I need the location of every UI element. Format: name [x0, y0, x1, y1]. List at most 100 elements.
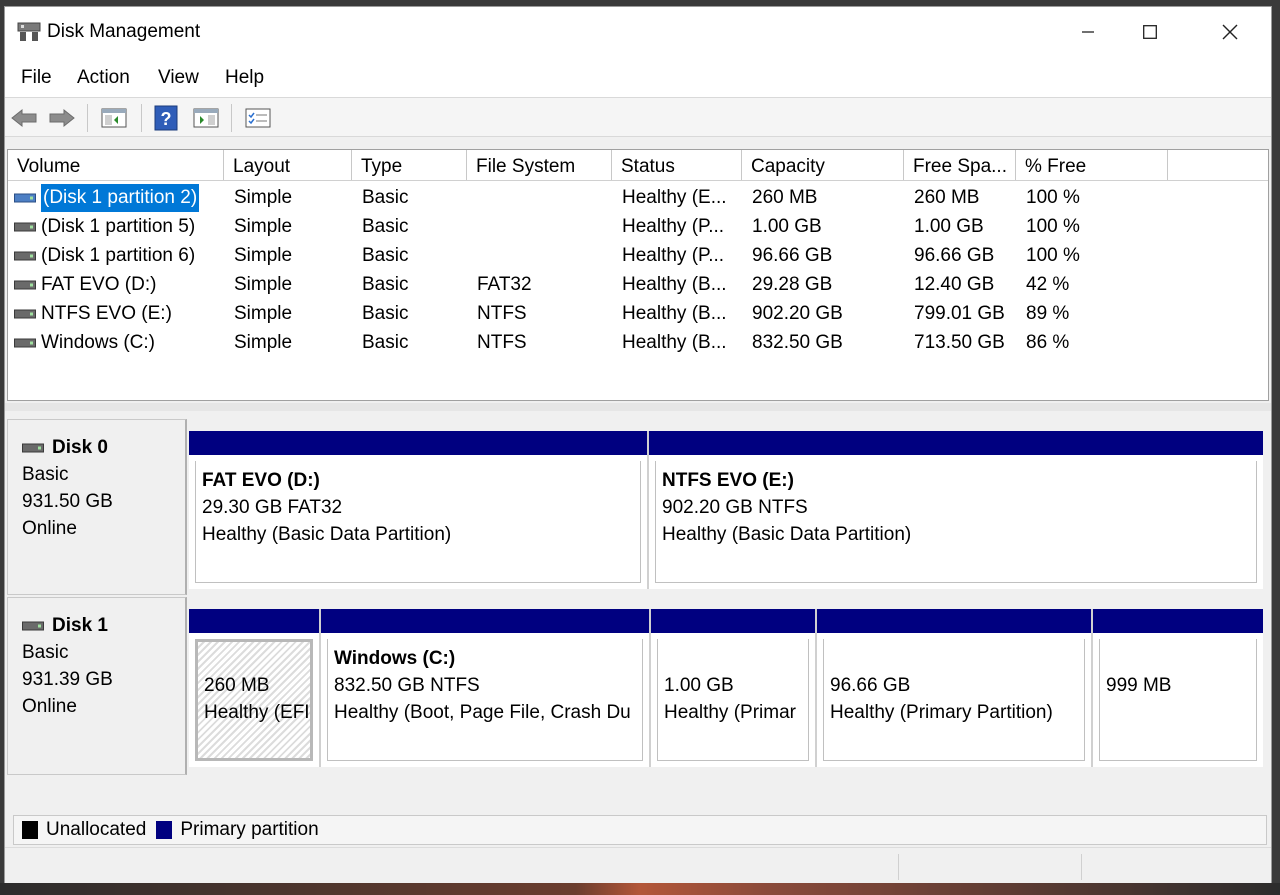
properties-button[interactable]: [243, 104, 273, 132]
menu-action[interactable]: Action: [77, 67, 130, 89]
primary-partition-bar: [321, 609, 649, 633]
volume-capacity: 260 MB: [752, 187, 818, 208]
partition-efi[interactable]: 260 MB Healthy (EFI: [189, 609, 321, 767]
partition-fat-evo[interactable]: FAT EVO (D:) 29.30 GB FAT32 Healthy (Bas…: [189, 431, 649, 589]
partition-size: 999 MB: [1106, 675, 1172, 696]
window-title: Disk Management: [47, 21, 201, 42]
volume-type: Basic: [362, 332, 409, 353]
menu-view[interactable]: View: [158, 67, 199, 89]
pane-splitter[interactable]: [5, 403, 1271, 411]
volume-list: Volume Layout Type File System Status Ca…: [7, 149, 1269, 401]
column-free-space[interactable]: Free Spa...: [904, 150, 1016, 180]
column-layout[interactable]: Layout: [224, 150, 352, 180]
volume-status: Healthy (E...: [622, 187, 727, 208]
volume-percent-free: 100 %: [1026, 216, 1080, 237]
volume-type: Basic: [362, 245, 409, 266]
desktop-background: [0, 883, 1280, 895]
partition-5[interactable]: 1.00 GB Healthy (Primar: [651, 609, 817, 767]
volume-file-system: NTFS: [477, 303, 527, 324]
volume-layout: Simple: [234, 245, 293, 266]
partition-size: 29.30 GB FAT32: [202, 497, 343, 518]
menu-file[interactable]: File: [21, 67, 52, 89]
partition-6[interactable]: 96.66 GB Healthy (Primary Partition): [817, 609, 1093, 767]
column-capacity[interactable]: Capacity: [742, 150, 904, 180]
status-separator: [1081, 854, 1082, 880]
volume-row[interactable]: (Disk 1 partition 2) Simple Basic Health…: [8, 184, 1268, 212]
volume-name: NTFS EVO (E:): [41, 303, 172, 324]
disk-0-partitions: FAT EVO (D:) 29.30 GB FAT32 Healthy (Bas…: [189, 431, 1263, 589]
volume-type: Basic: [362, 274, 409, 295]
disk-management-app-icon: [17, 22, 41, 41]
column-type[interactable]: Type: [352, 150, 467, 180]
primary-partition-bar: [817, 609, 1091, 633]
volume-file-system: NTFS: [477, 332, 527, 353]
volume-layout: Simple: [234, 303, 293, 324]
partition-999mb[interactable]: 999 MB: [1093, 609, 1263, 767]
drive-icon: [14, 338, 36, 348]
primary-partition-swatch: [156, 821, 173, 839]
volume-row[interactable]: Windows (C:) Simple Basic NTFS Healthy (…: [8, 329, 1268, 357]
primary-partition-bar: [189, 609, 319, 633]
column-file-system[interactable]: File System: [467, 150, 612, 180]
disk-name: Disk 0: [52, 437, 108, 458]
volume-layout: Simple: [234, 187, 293, 208]
partition-status: Healthy (Primar: [664, 702, 796, 723]
column-volume[interactable]: Volume: [8, 150, 224, 180]
volume-status: Healthy (B...: [622, 274, 727, 295]
legend: Unallocated Primary partition: [13, 815, 1267, 845]
volume-name: (Disk 1 partition 5): [41, 216, 196, 237]
volume-status: Healthy (P...: [622, 216, 725, 237]
maximize-button[interactable]: [1119, 7, 1181, 57]
volume-capacity: 96.66 GB: [752, 245, 833, 266]
volume-name: (Disk 1 partition 2): [41, 184, 200, 212]
volume-status: Healthy (B...: [622, 303, 727, 324]
volume-row[interactable]: (Disk 1 partition 5) Simple Basic Health…: [8, 213, 1268, 241]
unallocated-swatch: [22, 821, 38, 839]
column-header-row: Volume Layout Type File System Status Ca…: [8, 150, 1268, 181]
back-arrow-icon: [11, 108, 37, 128]
disk-type: Basic: [22, 464, 69, 485]
disk-1-partitions: 260 MB Healthy (EFI Windows (C:) 832.50 …: [189, 609, 1263, 767]
drive-icon: [14, 222, 36, 232]
disk-state: Online: [22, 696, 77, 717]
help-button[interactable]: ?: [151, 104, 181, 132]
partition-size: 832.50 GB NTFS: [334, 675, 480, 696]
partition-windows[interactable]: Windows (C:) 832.50 GB NTFS Healthy (Boo…: [321, 609, 651, 767]
drive-icon: [14, 309, 36, 319]
primary-partition-bar: [649, 431, 1263, 455]
drive-icon: [14, 280, 36, 290]
partition-size: 96.66 GB: [830, 675, 911, 696]
disk-1-label[interactable]: Disk 1 Basic 931.39 GB Online: [7, 597, 187, 775]
column-status[interactable]: Status: [612, 150, 742, 180]
svg-text:?: ?: [161, 109, 172, 129]
volume-free-space: 1.00 GB: [914, 216, 984, 237]
back-button[interactable]: [9, 104, 39, 132]
primary-partition-bar: [651, 609, 815, 633]
disk-graphical-view: Disk 0 Basic 931.50 GB Online FAT EVO (D…: [7, 411, 1269, 811]
volume-row[interactable]: FAT EVO (D:) Simple Basic FAT32 Healthy …: [8, 271, 1268, 299]
legend-primary-partition: Primary partition: [180, 819, 319, 840]
volume-row[interactable]: (Disk 1 partition 6) Simple Basic Health…: [8, 242, 1268, 270]
menu-help[interactable]: Help: [225, 67, 264, 89]
show-hide-console-tree-button[interactable]: [99, 104, 129, 132]
toolbar-separator: [87, 104, 88, 132]
minimize-button[interactable]: [1057, 7, 1119, 57]
partition-status: Healthy (Primary Partition): [830, 702, 1053, 723]
disk-0-label[interactable]: Disk 0 Basic 931.50 GB Online: [7, 419, 187, 595]
volume-name: (Disk 1 partition 6): [41, 245, 196, 266]
volume-capacity: 29.28 GB: [752, 274, 833, 295]
volume-free-space: 260 MB: [914, 187, 980, 208]
volume-percent-free: 86 %: [1026, 332, 1070, 353]
partition-ntfs-evo[interactable]: NTFS EVO (E:) 902.20 GB NTFS Healthy (Ba…: [649, 431, 1263, 589]
forward-button[interactable]: [47, 104, 77, 132]
column-percent-free[interactable]: % Free: [1016, 150, 1168, 180]
close-button[interactable]: [1199, 7, 1261, 57]
partition-status: Healthy (Boot, Page File, Crash Du: [334, 702, 631, 723]
drive-icon: [22, 621, 44, 630]
volume-row[interactable]: NTFS EVO (E:) Simple Basic NTFS Healthy …: [8, 300, 1268, 328]
disk-name: Disk 1: [52, 615, 108, 636]
show-action-pane-button[interactable]: [191, 104, 221, 132]
volume-free-space: 96.66 GB: [914, 245, 995, 266]
properties-icon: [245, 108, 271, 128]
disk-size: 931.50 GB: [22, 491, 113, 512]
